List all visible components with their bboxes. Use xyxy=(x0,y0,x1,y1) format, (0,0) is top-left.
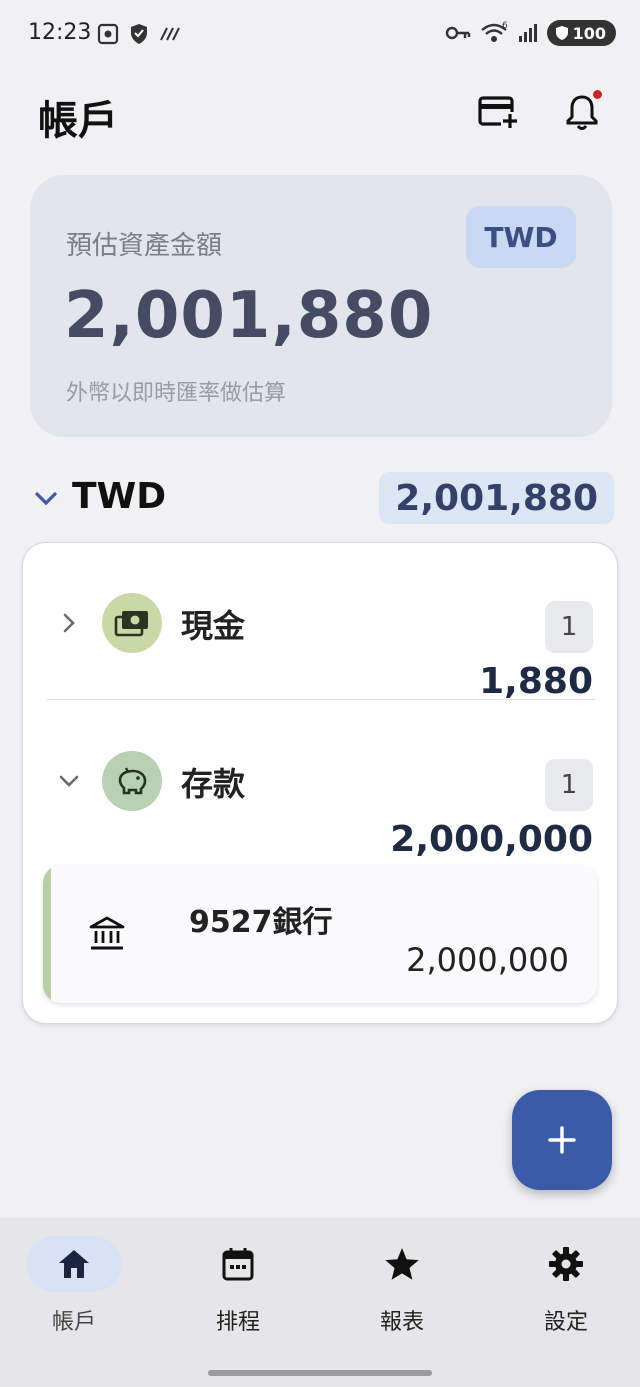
bank-icon xyxy=(89,916,125,950)
group-name: 存款 xyxy=(181,765,246,803)
account-group-cash[interactable]: 現金 1 1,880 xyxy=(23,573,619,713)
home-indicator xyxy=(208,1370,432,1376)
home-icon xyxy=(59,1250,89,1278)
battery-indicator: 100 xyxy=(546,20,616,46)
cash-avatar xyxy=(102,593,162,653)
group-count-badge: 1 xyxy=(545,601,593,653)
add-card-button[interactable] xyxy=(474,88,522,136)
currency-section-header[interactable]: TWD 2,001,880 xyxy=(30,472,614,524)
section-total: 2,001,880 xyxy=(379,472,614,524)
cash-icon xyxy=(114,611,148,637)
battery-level: 100 xyxy=(572,23,606,43)
plus-icon xyxy=(548,1126,576,1154)
account-group-deposit[interactable]: 存款 1 2,000,000 xyxy=(23,731,619,871)
add-account-fab[interactable] xyxy=(512,1090,612,1190)
group-amount: 1,880 xyxy=(479,661,593,702)
divider xyxy=(47,699,595,700)
nav-item-reports[interactable]: 報表 xyxy=(332,1236,472,1346)
deposit-avatar xyxy=(102,751,162,811)
battery-shield-icon xyxy=(555,26,568,40)
section-title: TWD xyxy=(72,476,167,517)
key-icon xyxy=(445,26,470,40)
summary-label: 預估資產金額 xyxy=(66,231,223,261)
svg-text:6: 6 xyxy=(502,21,508,31)
summary-note: 外幣以即時匯率做估算 xyxy=(66,381,287,406)
bottom-navigation: 帳戶 排程 報表 設定 xyxy=(0,1218,640,1387)
account-name: 9527銀行 xyxy=(189,905,333,940)
accounts-card: 現金 1 1,880 存款 1 2,000,000 9527銀行 2,000,0… xyxy=(22,542,618,1024)
asset-summary-card: 預估資產金額 2,001,880 外幣以即時匯率做估算 TWD xyxy=(30,175,612,437)
signal-icon xyxy=(518,24,537,42)
chevron-down-icon xyxy=(35,492,57,506)
nav-item-schedule[interactable]: 排程 xyxy=(168,1236,308,1346)
nav-label: 排程 xyxy=(215,1310,260,1335)
screenshot-icon xyxy=(97,23,119,45)
nav-item-accounts[interactable]: 帳戶 xyxy=(4,1236,144,1346)
stripes-icon xyxy=(160,27,180,41)
summary-amount: 2,001,880 xyxy=(64,279,434,353)
calendar-icon xyxy=(222,1248,254,1281)
page-title: 帳戶 xyxy=(38,98,118,144)
nav-label: 帳戶 xyxy=(51,1310,96,1335)
group-name: 現金 xyxy=(181,607,246,645)
group-count-badge: 1 xyxy=(545,759,593,811)
star-icon xyxy=(385,1248,419,1280)
notification-dot xyxy=(593,90,602,99)
group-amount: 2,000,000 xyxy=(390,819,593,860)
shield-icon xyxy=(131,24,147,44)
gear-icon xyxy=(549,1247,583,1281)
chevron-right-icon xyxy=(63,613,75,633)
add-card-icon xyxy=(478,96,519,130)
wifi-icon: 6 xyxy=(480,21,508,42)
chevron-down-icon xyxy=(59,775,79,787)
bell-icon xyxy=(566,95,598,130)
nav-label: 報表 xyxy=(379,1310,424,1335)
status-bar: 12:23 6 100 xyxy=(0,0,640,68)
account-item-9527-bank[interactable]: 9527銀行 2,000,000 xyxy=(43,865,597,1003)
piggy-bank-icon xyxy=(118,767,147,795)
currency-chip[interactable]: TWD xyxy=(466,206,576,268)
notification-button[interactable] xyxy=(558,88,606,136)
account-color-bar xyxy=(43,865,51,1003)
nav-item-settings[interactable]: 設定 xyxy=(496,1236,636,1346)
status-time: 12:23 xyxy=(28,20,92,45)
account-amount: 2,000,000 xyxy=(406,941,569,979)
nav-label: 設定 xyxy=(543,1310,588,1335)
